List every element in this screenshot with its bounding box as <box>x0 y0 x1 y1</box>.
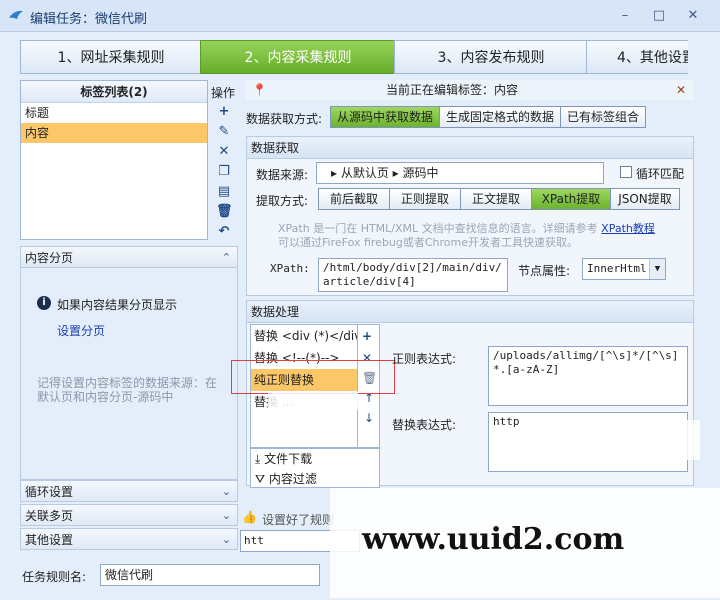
trash-icon[interactable]: 🗑 <box>216 204 233 220</box>
maximize-button[interactable]: □ <box>648 6 670 26</box>
dropdown-arrow-icon[interactable]: ▼ <box>649 259 665 279</box>
data-processing-title: 数据处理 <box>247 301 693 323</box>
ops-label: 操作 <box>211 86 236 100</box>
method-xpath-button[interactable]: XPath提取 <box>531 188 611 210</box>
close-button[interactable]: ✕ <box>682 6 704 26</box>
paste-icon[interactable]: ▤ <box>216 184 232 200</box>
download-icon: ⤓ <box>255 452 261 466</box>
xpath-help-text: XPath 是一门在 HTML/XML 文档中查找信息的语言。详细请参考 XPa… <box>278 222 655 249</box>
task-name-label: 任务规则名: <box>22 570 87 584</box>
title-bar: 编辑任务：微信代刷 – □ ✕ <box>0 0 720 32</box>
setup-paging-link[interactable]: 设置分页 <box>57 322 105 339</box>
window-title: 编辑任务：微信代刷 <box>30 12 148 27</box>
paging-tip: 如果内容结果分页显示 <box>57 298 178 312</box>
step-tab-url-rules[interactable]: 1、网址采集规则 <box>20 40 202 74</box>
step-tab-content-rules[interactable]: 2、内容采集规则 <box>200 40 396 74</box>
tag-item-content[interactable]: 内容 <box>21 123 207 143</box>
loop-match-label: 循环匹配 <box>636 167 685 181</box>
app-logo-icon <box>9 10 23 19</box>
paging-section-body: i 如果内容结果分页显示 设置分页 记得设置内容标签的数据来源：在默认页和内容分… <box>20 268 238 480</box>
chevron-down-icon[interactable]: ⌄ <box>222 505 231 527</box>
xpath-label: XPath: <box>270 262 310 275</box>
xpath-tutorial-link[interactable]: XPath教程 <box>601 222 655 235</box>
xpath-input[interactable]: /html/body/div[2]/main/div/article/div[4… <box>318 258 508 292</box>
watermark: www.uuid2.com <box>362 522 625 557</box>
file-download-item[interactable]: ⤓ 文件下载 <box>251 449 379 469</box>
source-path-field[interactable]: ▸ 从默认页 ▸ 源码中 <box>316 162 604 184</box>
fetch-combine-tags-button[interactable]: 已有标签组合 <box>560 106 647 128</box>
loop-settings-title: 循环设置 <box>25 485 74 499</box>
filter-icon: ⛛ <box>255 472 266 486</box>
multi-page-title: 关联多页 <box>25 509 74 523</box>
pin-icon: 📍 <box>252 83 267 97</box>
method-label: 提取方式: <box>256 194 309 208</box>
editing-header: 📍 当前正在编辑标签：内容 ✕ <box>246 80 694 100</box>
edit-icon[interactable]: ✎ <box>216 124 232 140</box>
thumbs-up-icon: 👍 <box>242 510 257 524</box>
tag-item-title[interactable]: 标题 <box>21 103 207 123</box>
node-attr-value: InnerHtml <box>587 262 647 275</box>
step-tab-publish-rules[interactable]: 3、内容发布规则 <box>394 40 588 74</box>
regex-input[interactable]: /uploads/allimg/[^\s]*/[^\s]*.[a-zA-Z] <box>488 346 688 406</box>
step-tab-other-settings[interactable]: 4、其他设置 <box>586 40 688 74</box>
chevron-up-icon[interactable]: ⌃ <box>222 247 231 269</box>
undo-icon[interactable]: ↶ <box>216 224 232 240</box>
copy-icon[interactable]: ❐ <box>216 164 232 180</box>
task-name-input[interactable]: 微信代刷 <box>100 564 320 586</box>
node-attr-select[interactable]: InnerHtml ▼ <box>582 258 666 280</box>
node-attr-label: 节点属性: <box>518 264 571 278</box>
tag-list-title: 标签列表(2) <box>21 81 207 103</box>
editing-label: 当前正在编辑标签：内容 <box>386 83 519 97</box>
info-icon: i <box>37 296 51 310</box>
move-down-icon[interactable]: ↓ <box>364 411 374 425</box>
add-icon[interactable]: + <box>216 104 232 120</box>
paging-title: 内容分页 <box>25 251 74 265</box>
other-settings-title: 其他设置 <box>25 533 74 547</box>
data-fetch-title: 数据获取 <box>247 137 693 159</box>
fetch-mode-group: 从源码中获取数据 生成固定格式的数据 已有标签组合 <box>330 106 647 128</box>
blur-patch <box>268 392 358 410</box>
step-tabs: 1、网址采集规则 2、内容采集规则 3、内容发布规则 4、其他设置 <box>20 40 688 74</box>
add-rule-icon[interactable]: + <box>362 329 372 343</box>
method-before-after-button[interactable]: 前后截取 <box>318 188 390 210</box>
multi-page-header[interactable]: 关联多页 ⌄ <box>20 504 238 526</box>
highlight-box <box>231 360 395 394</box>
extra-ops-list: ⤓ 文件下载 ⛛ 内容过滤 <box>250 448 380 488</box>
method-body-button[interactable]: 正文提取 <box>460 188 532 210</box>
paging-section-header[interactable]: 内容分页 ⌃ <box>20 246 238 268</box>
paging-desc: 记得设置内容标签的数据来源：在默认页和内容分页-源码中 <box>37 376 218 404</box>
loop-settings-header[interactable]: 循环设置 ⌄ <box>20 480 238 502</box>
fetch-fixed-format-button[interactable]: 生成固定格式的数据 <box>439 106 562 128</box>
delete-icon[interactable]: ✕ <box>216 144 232 160</box>
chevron-down-icon[interactable]: ⌄ <box>222 529 231 551</box>
blur-patch <box>520 420 700 460</box>
replace-label: 替换表达式: <box>392 418 457 432</box>
close-editing-icon[interactable]: ✕ <box>676 80 686 100</box>
tag-ops-toolbar: 操作 + ✎ ✕ ❐ ▤ 🗑 ↶ <box>208 80 240 240</box>
method-json-button[interactable]: JSON提取 <box>610 188 680 210</box>
fetch-mode-label: 数据获取方式: <box>246 112 323 126</box>
extract-method-group: 前后截取 正则提取 正文提取 XPath提取 JSON提取 <box>318 188 680 210</box>
chevron-down-icon[interactable]: ⌄ <box>222 481 231 503</box>
method-regex-button[interactable]: 正则提取 <box>389 188 461 210</box>
content-filter-item[interactable]: ⛛ 内容过滤 <box>251 469 379 489</box>
minimize-button[interactable]: – <box>614 6 636 26</box>
tag-list-panel: 标签列表(2) 标题 内容 <box>20 80 208 240</box>
source-label: 数据来源: <box>256 168 309 182</box>
loop-match-checkbox[interactable] <box>620 166 632 178</box>
regex-label: 正则表达式: <box>392 352 457 366</box>
fetch-from-source-button[interactable]: 从源码中获取数据 <box>330 106 441 128</box>
bottom-tip: 设置好了规则 <box>262 513 335 527</box>
other-settings-header[interactable]: 其他设置 ⌄ <box>20 528 238 550</box>
rule-item[interactable]: 替换 <div (*)</div> <box>251 325 357 347</box>
